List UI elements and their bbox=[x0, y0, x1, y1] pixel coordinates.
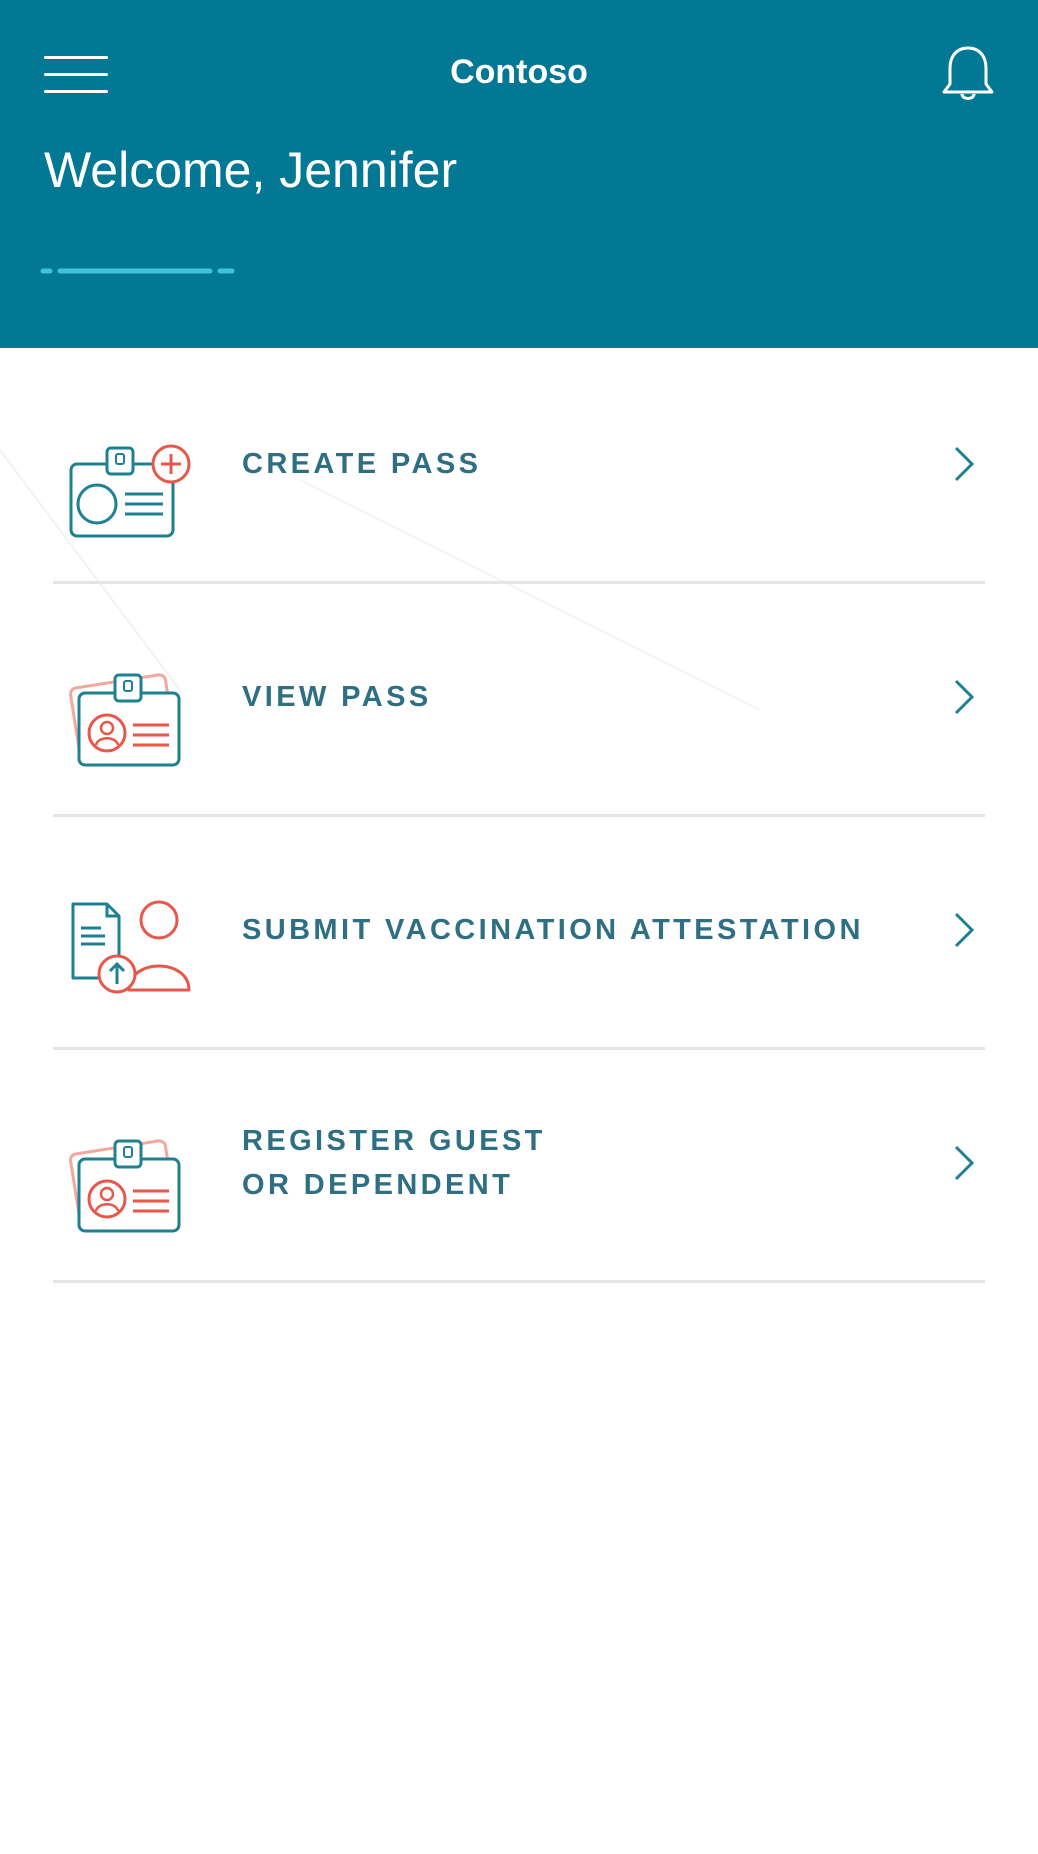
bell-icon bbox=[942, 46, 994, 100]
view-pass-label: VIEW PASS bbox=[242, 681, 432, 713]
create-pass-label: CREATE PASS bbox=[242, 448, 482, 480]
chevron-right-icon bbox=[954, 679, 975, 715]
view-pass-row[interactable]: VIEW PASS bbox=[53, 581, 985, 817]
chevron-right-icon bbox=[954, 1145, 975, 1181]
view-pass-icon bbox=[69, 673, 181, 767]
register-guest-icon bbox=[69, 1139, 181, 1233]
submit-attestation-row[interactable]: SUBMIT VACCINATION ATTESTATION bbox=[53, 814, 985, 1050]
create-pass-icon bbox=[69, 444, 191, 538]
create-pass-row[interactable]: CREATE PASS bbox=[53, 348, 985, 584]
submit-attestation-label: SUBMIT VACCINATION ATTESTATION bbox=[242, 914, 864, 946]
header-progress-indicator bbox=[40, 268, 235, 274]
app-screen: Contoso Welcome, Jennifer CREATE PASS VI… bbox=[0, 0, 1038, 1854]
header: Contoso Welcome, Jennifer bbox=[0, 0, 1038, 348]
app-title: Contoso bbox=[450, 53, 588, 91]
notifications-button[interactable] bbox=[936, 42, 1000, 106]
register-guest-label: REGISTER GUEST OR DEPENDENT bbox=[242, 1125, 546, 1201]
submit-attestation-icon bbox=[71, 900, 191, 994]
chevron-right-icon bbox=[954, 446, 975, 482]
chevron-right-icon bbox=[954, 912, 975, 948]
register-guest-row[interactable]: REGISTER GUEST OR DEPENDENT bbox=[53, 1047, 985, 1283]
welcome-heading: Welcome, Jennifer bbox=[44, 142, 458, 198]
